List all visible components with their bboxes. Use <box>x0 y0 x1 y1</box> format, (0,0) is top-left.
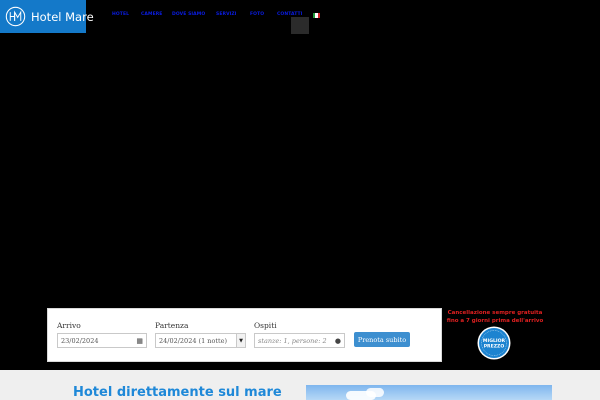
nav-item-servizi[interactable]: Servizi <box>216 12 237 17</box>
chevron-down-icon: ▼ <box>236 334 245 347</box>
nav-item-foto[interactable]: Foto <box>250 12 264 17</box>
free-cancellation-note: Cancellazione sempre gratuita fino a 7 g… <box>444 309 546 325</box>
guests-field[interactable]: stanze: 1, persone: 2 ● <box>254 333 345 348</box>
sea-sky-image <box>306 385 552 400</box>
calendar-icon: ▦ <box>136 337 143 345</box>
book-now-button[interactable]: Prenota subito <box>354 332 410 347</box>
cancellation-line-2: fino a 7 giorni prima dell'arrivo <box>446 318 544 324</box>
nav-item-hotel[interactable]: Hotel <box>112 12 129 17</box>
badge-line-2: PREZZO <box>484 344 505 350</box>
hm-monogram-icon <box>5 6 26 27</box>
nav-item-camere[interactable]: Camere <box>141 12 162 17</box>
best-price-badge: MIGLIOR PREZZO <box>477 326 511 360</box>
arrival-date-value: 23/02/2024 <box>61 336 99 345</box>
departure-label: Partenza <box>155 321 189 330</box>
departure-select[interactable]: 24/02/2024 (1 notte) ▼ <box>155 333 246 348</box>
departure-value: 24/02/2024 (1 notte) <box>159 336 227 345</box>
arrival-label: Arrivo <box>57 321 81 330</box>
intro-section: Hotel direttamente sul mare <box>0 370 600 400</box>
brand-name: Hotel Mare <box>31 9 94 24</box>
nav-item-dove-siamo[interactable]: Dove siamo <box>172 12 205 17</box>
intro-title: Hotel direttamente sul mare <box>73 385 282 400</box>
guests-label: Ospiti <box>254 321 277 330</box>
person-icon: ● <box>334 337 341 345</box>
cancellation-line-1: Cancellazione sempre gratuita <box>447 310 543 316</box>
badge-line-1: MIGLIOR <box>483 338 506 344</box>
italian-flag-icon[interactable] <box>313 13 320 18</box>
nav-overlay-button[interactable] <box>291 17 309 34</box>
site-logo[interactable]: Hotel Mare <box>0 0 94 33</box>
guests-placeholder: stanze: 1, persone: 2 <box>258 336 327 345</box>
booking-form: Arrivo 23/02/2024 ▦ Partenza 24/02/2024 … <box>47 308 442 362</box>
arrival-date-field[interactable]: 23/02/2024 ▦ <box>57 333 147 348</box>
